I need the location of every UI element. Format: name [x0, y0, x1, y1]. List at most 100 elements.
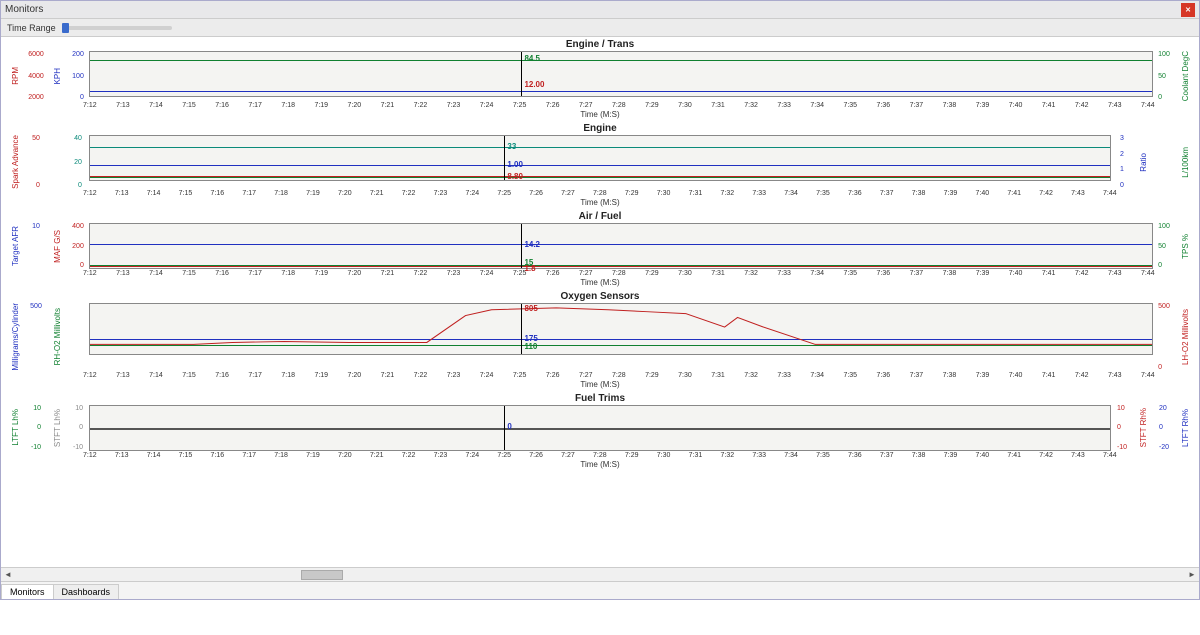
panel-title: Oxygen Sensors	[561, 291, 640, 302]
chart-plot[interactable]: 14.2151.8	[89, 223, 1153, 269]
panel-oxygen-sensors: Oxygen Sensors Milligrams/Cylinder500RH-O…	[7, 291, 1193, 389]
close-icon: ✕	[1185, 6, 1191, 14]
y-axis-ticks: 5000	[1153, 303, 1175, 371]
time-cursor[interactable]	[521, 52, 522, 96]
time-cursor[interactable]	[521, 224, 522, 268]
x-axis-ticks: 7:127:137:147:157:167:177:187:197:207:21…	[83, 451, 1117, 459]
tab-dashboards[interactable]: Dashboards	[53, 584, 120, 599]
cursor-readout: 1.8	[524, 264, 535, 273]
toolbar: Time Range	[1, 19, 1199, 37]
x-axis-title: Time (M:S)	[580, 380, 619, 389]
horizontal-scrollbar[interactable]: ◄ ►	[1, 567, 1199, 581]
chart-plot[interactable]: 805175110	[89, 303, 1153, 355]
series-line	[90, 177, 1110, 178]
series-line	[90, 60, 1152, 61]
y-axis-label: LTFT Rh%	[1177, 405, 1193, 451]
y-axis-label: Coolant DegC	[1177, 51, 1193, 101]
y-axis-label: Milligrams/Cylinder	[7, 303, 23, 371]
time-range-label: Time Range	[7, 23, 56, 33]
y-axis-label: MAF G/S	[49, 223, 65, 269]
series-line	[90, 266, 1152, 267]
y-axis-label: RPM	[7, 51, 23, 101]
cursor-readout: 33	[507, 142, 516, 151]
window-title: Monitors	[5, 4, 43, 15]
x-axis-title: Time (M:S)	[580, 110, 619, 119]
panel-title: Engine / Trans	[566, 39, 634, 50]
x-axis-ticks: 7:127:137:147:157:167:177:187:197:207:21…	[83, 189, 1117, 197]
time-cursor[interactable]	[504, 406, 505, 450]
scroll-left-arrow-icon[interactable]: ◄	[1, 570, 15, 579]
y-axis-ticks: 2001000	[67, 51, 89, 101]
series-line	[90, 165, 1110, 166]
y-axis-ticks: 600040002000	[25, 51, 47, 101]
x-axis-title: Time (M:S)	[580, 198, 619, 207]
y-axis-label: RH-O2 Millivolts	[49, 303, 65, 371]
scrollbar-thumb[interactable]	[301, 570, 343, 580]
y-axis-label: L/100km	[1177, 135, 1193, 189]
y-axis-ticks: 500	[25, 135, 47, 189]
monitors-window: Monitors ✕ Time Range Engine / Trans RPM6…	[0, 0, 1200, 600]
series-line	[90, 176, 1110, 177]
x-axis-ticks: 7:127:137:147:157:167:177:187:197:207:21…	[83, 269, 1155, 277]
y-axis-ticks: 3210	[1111, 135, 1133, 189]
y-axis-ticks: 100-10	[25, 405, 47, 451]
cursor-readout: 110	[524, 342, 537, 351]
x-axis-ticks: 7:127:137:147:157:167:177:187:197:207:21…	[83, 101, 1155, 109]
y-axis-label: LH-O2 Millivolts	[1177, 303, 1193, 371]
y-axis-label: Ratio	[1135, 135, 1151, 189]
time-range-slider-thumb[interactable]	[62, 23, 69, 33]
panel-title: Air / Fuel	[579, 211, 622, 222]
y-axis-ticks: 500	[25, 303, 47, 371]
chart-plot[interactable]: 0	[89, 405, 1111, 451]
y-axis-label: Target AFR	[7, 223, 23, 269]
panels-container: Engine / TransRPM600040002000KPH20010008…	[1, 37, 1199, 567]
series-line	[90, 428, 1110, 430]
x-axis-title: Time (M:S)	[580, 278, 619, 287]
cursor-readout: 0	[507, 422, 511, 431]
panel-title: Engine	[583, 123, 616, 134]
panel-title: Fuel Trims	[575, 393, 625, 404]
y-axis-label: STFT Rh%	[1135, 405, 1151, 451]
time-cursor[interactable]	[521, 304, 522, 354]
series-line	[90, 304, 1152, 354]
tab-monitors[interactable]: Monitors	[1, 584, 54, 599]
titlebar: Monitors ✕	[1, 1, 1199, 19]
y-axis-ticks	[1153, 135, 1175, 189]
time-range-slider[interactable]	[62, 26, 172, 30]
y-axis-ticks: 200-20	[1153, 405, 1175, 451]
cursor-readout: 12.00	[524, 80, 544, 89]
panel-fuel-trims: Fuel TrimsLTFT Lh%100-10STFT Lh%100-1001…	[7, 393, 1193, 469]
cursor-readout: 805	[524, 304, 537, 313]
y-axis-ticks: 100-10	[1111, 405, 1133, 451]
x-axis-title: Time (M:S)	[580, 460, 619, 469]
y-axis-label: STFT Lh%	[49, 405, 65, 451]
cursor-readout: 14.2	[524, 240, 540, 249]
cursor-readout: 84.5	[524, 54, 540, 63]
y-axis-label	[49, 135, 65, 189]
y-axis-label: LTFT Lh%	[7, 405, 23, 451]
cursor-readout: 1.00	[507, 160, 523, 169]
panel-air-fuel: Air / FuelTarget AFR10MAF G/S400200014.2…	[7, 211, 1193, 287]
x-axis-ticks: 7:127:137:147:157:167:177:187:197:207:21…	[83, 371, 1155, 379]
y-axis-label: TPS %	[1177, 223, 1193, 269]
scroll-right-arrow-icon[interactable]: ►	[1185, 570, 1199, 579]
y-axis-label: Spark Advance	[7, 135, 23, 189]
time-cursor[interactable]	[504, 136, 505, 180]
y-axis-ticks	[67, 303, 89, 371]
chart-plot[interactable]: 84.5 12.00	[89, 51, 1153, 97]
y-axis-ticks: 10	[25, 223, 47, 269]
y-axis-ticks: 100500	[1153, 51, 1175, 101]
chart-plot[interactable]: 33 1.00 8.80	[89, 135, 1111, 181]
panel-engine: Engine Spark Advance500 40200 33 1.00 8.80 321…	[7, 123, 1193, 207]
series-line	[90, 91, 1152, 92]
y-axis-ticks: 100-10	[67, 405, 89, 451]
y-axis-ticks: 100500	[1153, 223, 1175, 269]
y-axis-label: KPH	[49, 51, 65, 101]
series-line	[90, 147, 1110, 148]
y-axis-ticks: 4002000	[67, 223, 89, 269]
close-button[interactable]: ✕	[1181, 3, 1195, 17]
cursor-readout: 8.80	[507, 172, 523, 181]
panel-engine-trans: Engine / TransRPM600040002000KPH20010008…	[7, 39, 1193, 119]
y-axis-ticks: 40200	[67, 135, 89, 189]
bottom-tabs: Monitors Dashboards	[1, 581, 1199, 599]
